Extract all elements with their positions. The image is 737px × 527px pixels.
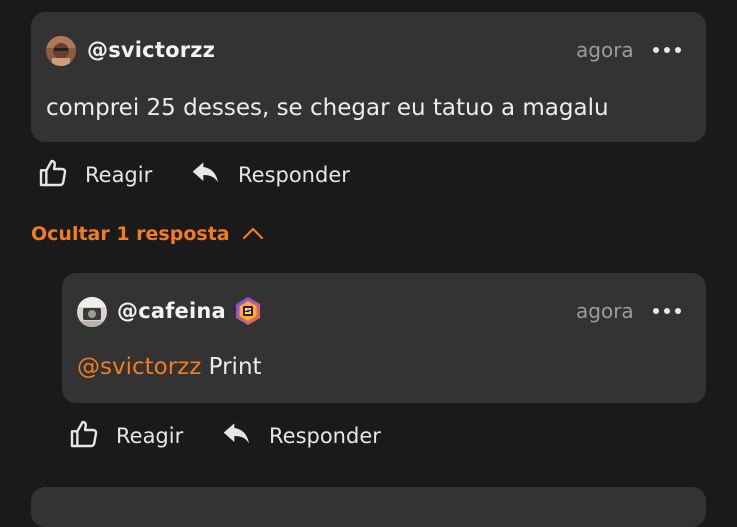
comment-text: comprei 25 desses, se chegar eu tatuo a …: [46, 95, 609, 121]
avatar[interactable]: [77, 297, 107, 327]
reply-arrow-icon: [221, 418, 253, 454]
hide-replies-label: Ocultar 1 resposta: [31, 223, 230, 245]
reply-button[interactable]: Responder: [190, 157, 350, 193]
reply-text-body: Print: [201, 354, 262, 380]
react-button[interactable]: Reagir: [68, 418, 183, 454]
avatar[interactable]: [46, 36, 76, 66]
comment-card: @svictorzz agora comprei 25 desses, se c…: [31, 12, 706, 142]
mention-link[interactable]: @svictorzz: [77, 354, 201, 380]
more-options-icon[interactable]: [653, 46, 683, 54]
reply-arrow-icon: [190, 157, 222, 193]
reply-author[interactable]: @cafeina: [117, 297, 226, 325]
reply-text: @svictorzz Print: [77, 351, 262, 383]
thumbs-up-icon: [68, 418, 100, 454]
thumbs-up-icon: [37, 157, 69, 193]
react-label: Reagir: [85, 163, 153, 187]
reply-button[interactable]: Responder: [221, 418, 381, 454]
react-label: Reagir: [116, 424, 184, 448]
comment-card: [31, 487, 706, 527]
comment-author[interactable]: @svictorzz: [87, 36, 215, 64]
reply-label: Responder: [238, 163, 350, 187]
comment-time: agora: [576, 38, 634, 62]
chevron-up-icon: [230, 220, 264, 248]
reply-time: agora: [576, 299, 634, 323]
react-button[interactable]: Reagir: [37, 157, 152, 193]
reply-label: Responder: [269, 424, 381, 448]
hide-replies-toggle[interactable]: Ocultar 1 resposta: [31, 220, 264, 248]
more-options-icon[interactable]: [653, 307, 683, 315]
level-badge-icon: [234, 296, 262, 326]
reply-card: @cafeina agora @svictorzz Print: [62, 273, 706, 403]
